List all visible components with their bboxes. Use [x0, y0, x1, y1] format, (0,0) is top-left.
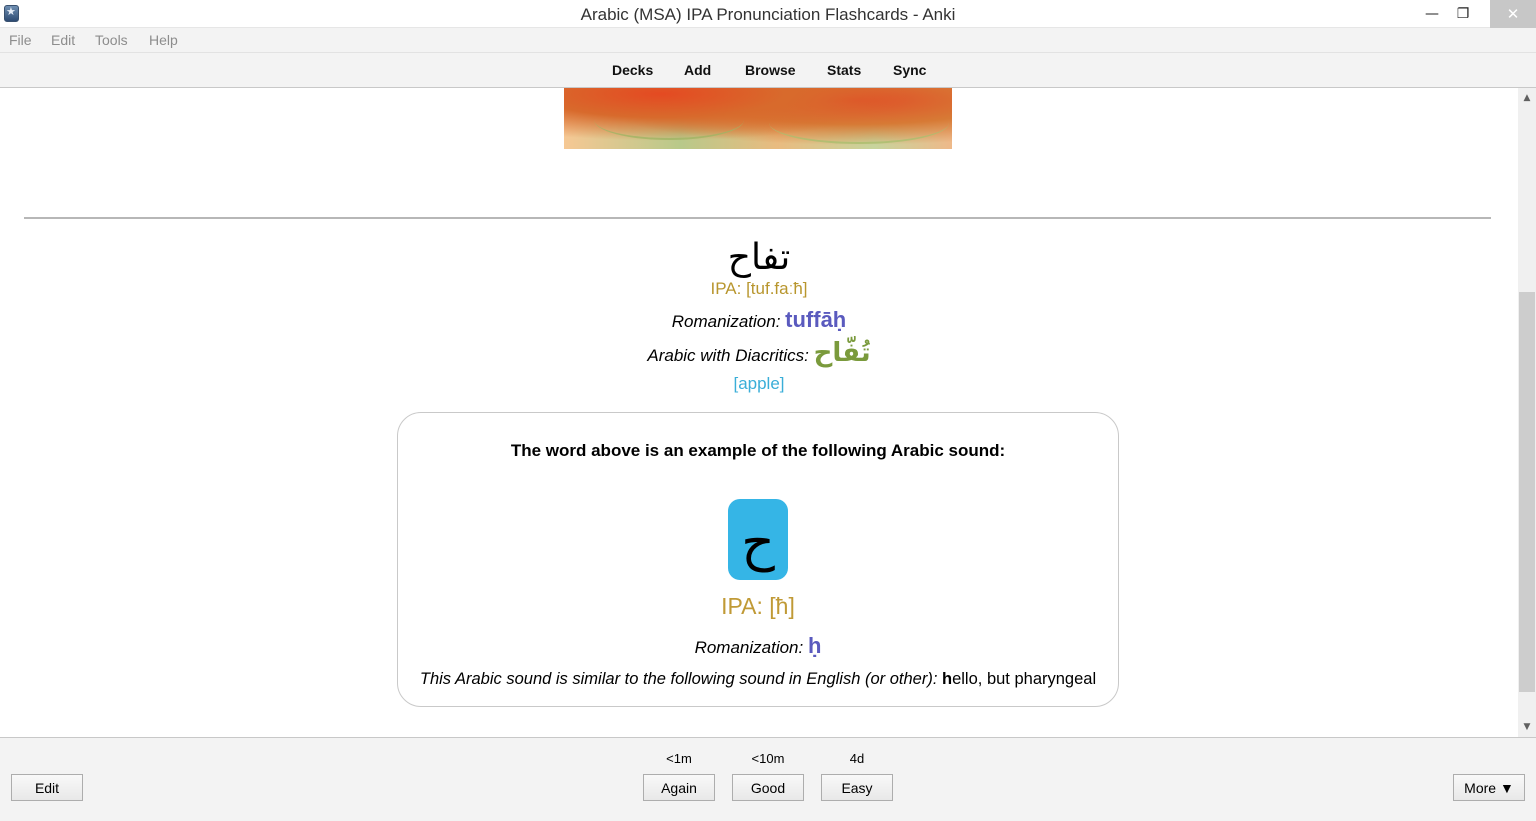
vertical-scrollbar[interactable]: ▲ ▼: [1518, 88, 1536, 737]
word-romanization: Romanization: tuffāḥ: [0, 307, 1518, 333]
main-toolbar: Decks Add Browse Stats Sync: [0, 53, 1536, 88]
good-button[interactable]: Good: [732, 774, 804, 801]
again-button[interactable]: Again: [643, 774, 715, 801]
word-meaning: [apple]: [733, 374, 785, 393]
close-button[interactable]: ✕: [1490, 0, 1536, 28]
menu-edit[interactable]: Edit: [51, 32, 75, 48]
toolbar-add[interactable]: Add: [684, 62, 711, 78]
restore-button[interactable]: ❐: [1440, 0, 1486, 28]
sound-romanization-label: Romanization:: [694, 638, 804, 657]
again-interval: <1m: [666, 751, 692, 766]
card-review-area: تفاح IPA: [tuf.faːħ] Romanization: tuffā…: [0, 88, 1518, 737]
arabic-letter-tile: ح: [728, 499, 788, 580]
diacritics-value: تُفّاح: [813, 338, 871, 368]
edit-button[interactable]: Edit: [11, 774, 83, 801]
similarity-rest: ello, but pharyngeal: [952, 670, 1097, 688]
similarity-label: This Arabic sound is similar to the foll…: [419, 670, 938, 688]
toolbar-decks[interactable]: Decks: [612, 62, 653, 78]
sound-box-heading: The word above is an example of the foll…: [510, 441, 1006, 460]
answer-divider: [24, 217, 1491, 219]
scroll-thumb[interactable]: [1519, 292, 1535, 692]
sound-ipa: IPA: [ħ]: [721, 593, 795, 619]
toolbar-sync[interactable]: Sync: [893, 62, 926, 78]
sound-romanization-value: ḥ: [807, 633, 822, 658]
easy-button[interactable]: Easy: [821, 774, 893, 801]
more-button[interactable]: More ▼: [1453, 774, 1525, 801]
sound-example-box: The word above is an example of the foll…: [397, 412, 1119, 707]
diacritics-label: Arabic with Diacritics:: [647, 346, 809, 365]
romanization-label: Romanization:: [671, 312, 781, 331]
title-bar: Arabic (MSA) IPA Pronunciation Flashcard…: [0, 0, 1536, 28]
window-title: Arabic (MSA) IPA Pronunciation Flashcard…: [580, 5, 956, 24]
sound-romanization: Romanization: ḥ: [398, 633, 1118, 659]
menu-file[interactable]: File: [9, 32, 32, 48]
easy-interval: 4d: [849, 751, 865, 766]
menu-help[interactable]: Help: [149, 32, 178, 48]
toolbar-browse[interactable]: Browse: [745, 62, 796, 78]
good-interval: <10m: [751, 751, 785, 766]
toolbar-stats[interactable]: Stats: [827, 62, 861, 78]
sound-similarity: This Arabic sound is similar to the foll…: [398, 670, 1118, 689]
apple-image: [564, 88, 952, 149]
romanization-value: tuffāḥ: [785, 307, 847, 332]
word-diacritics: Arabic with Diacritics: تُفّاح: [0, 338, 1518, 368]
scroll-down-arrow-icon[interactable]: ▼: [1518, 719, 1536, 735]
menu-tools[interactable]: Tools: [95, 32, 128, 48]
answer-bar: <1m <10m 4d Edit Again Good Easy More ▼: [0, 737, 1536, 821]
word-ipa: IPA: [tuf.faːħ]: [710, 279, 808, 298]
arabic-word: تفاح: [727, 237, 791, 278]
similarity-bold-letter: h: [942, 670, 953, 688]
menu-bar: File Edit Tools Help: [0, 28, 1536, 53]
scroll-up-arrow-icon[interactable]: ▲: [1518, 90, 1536, 106]
